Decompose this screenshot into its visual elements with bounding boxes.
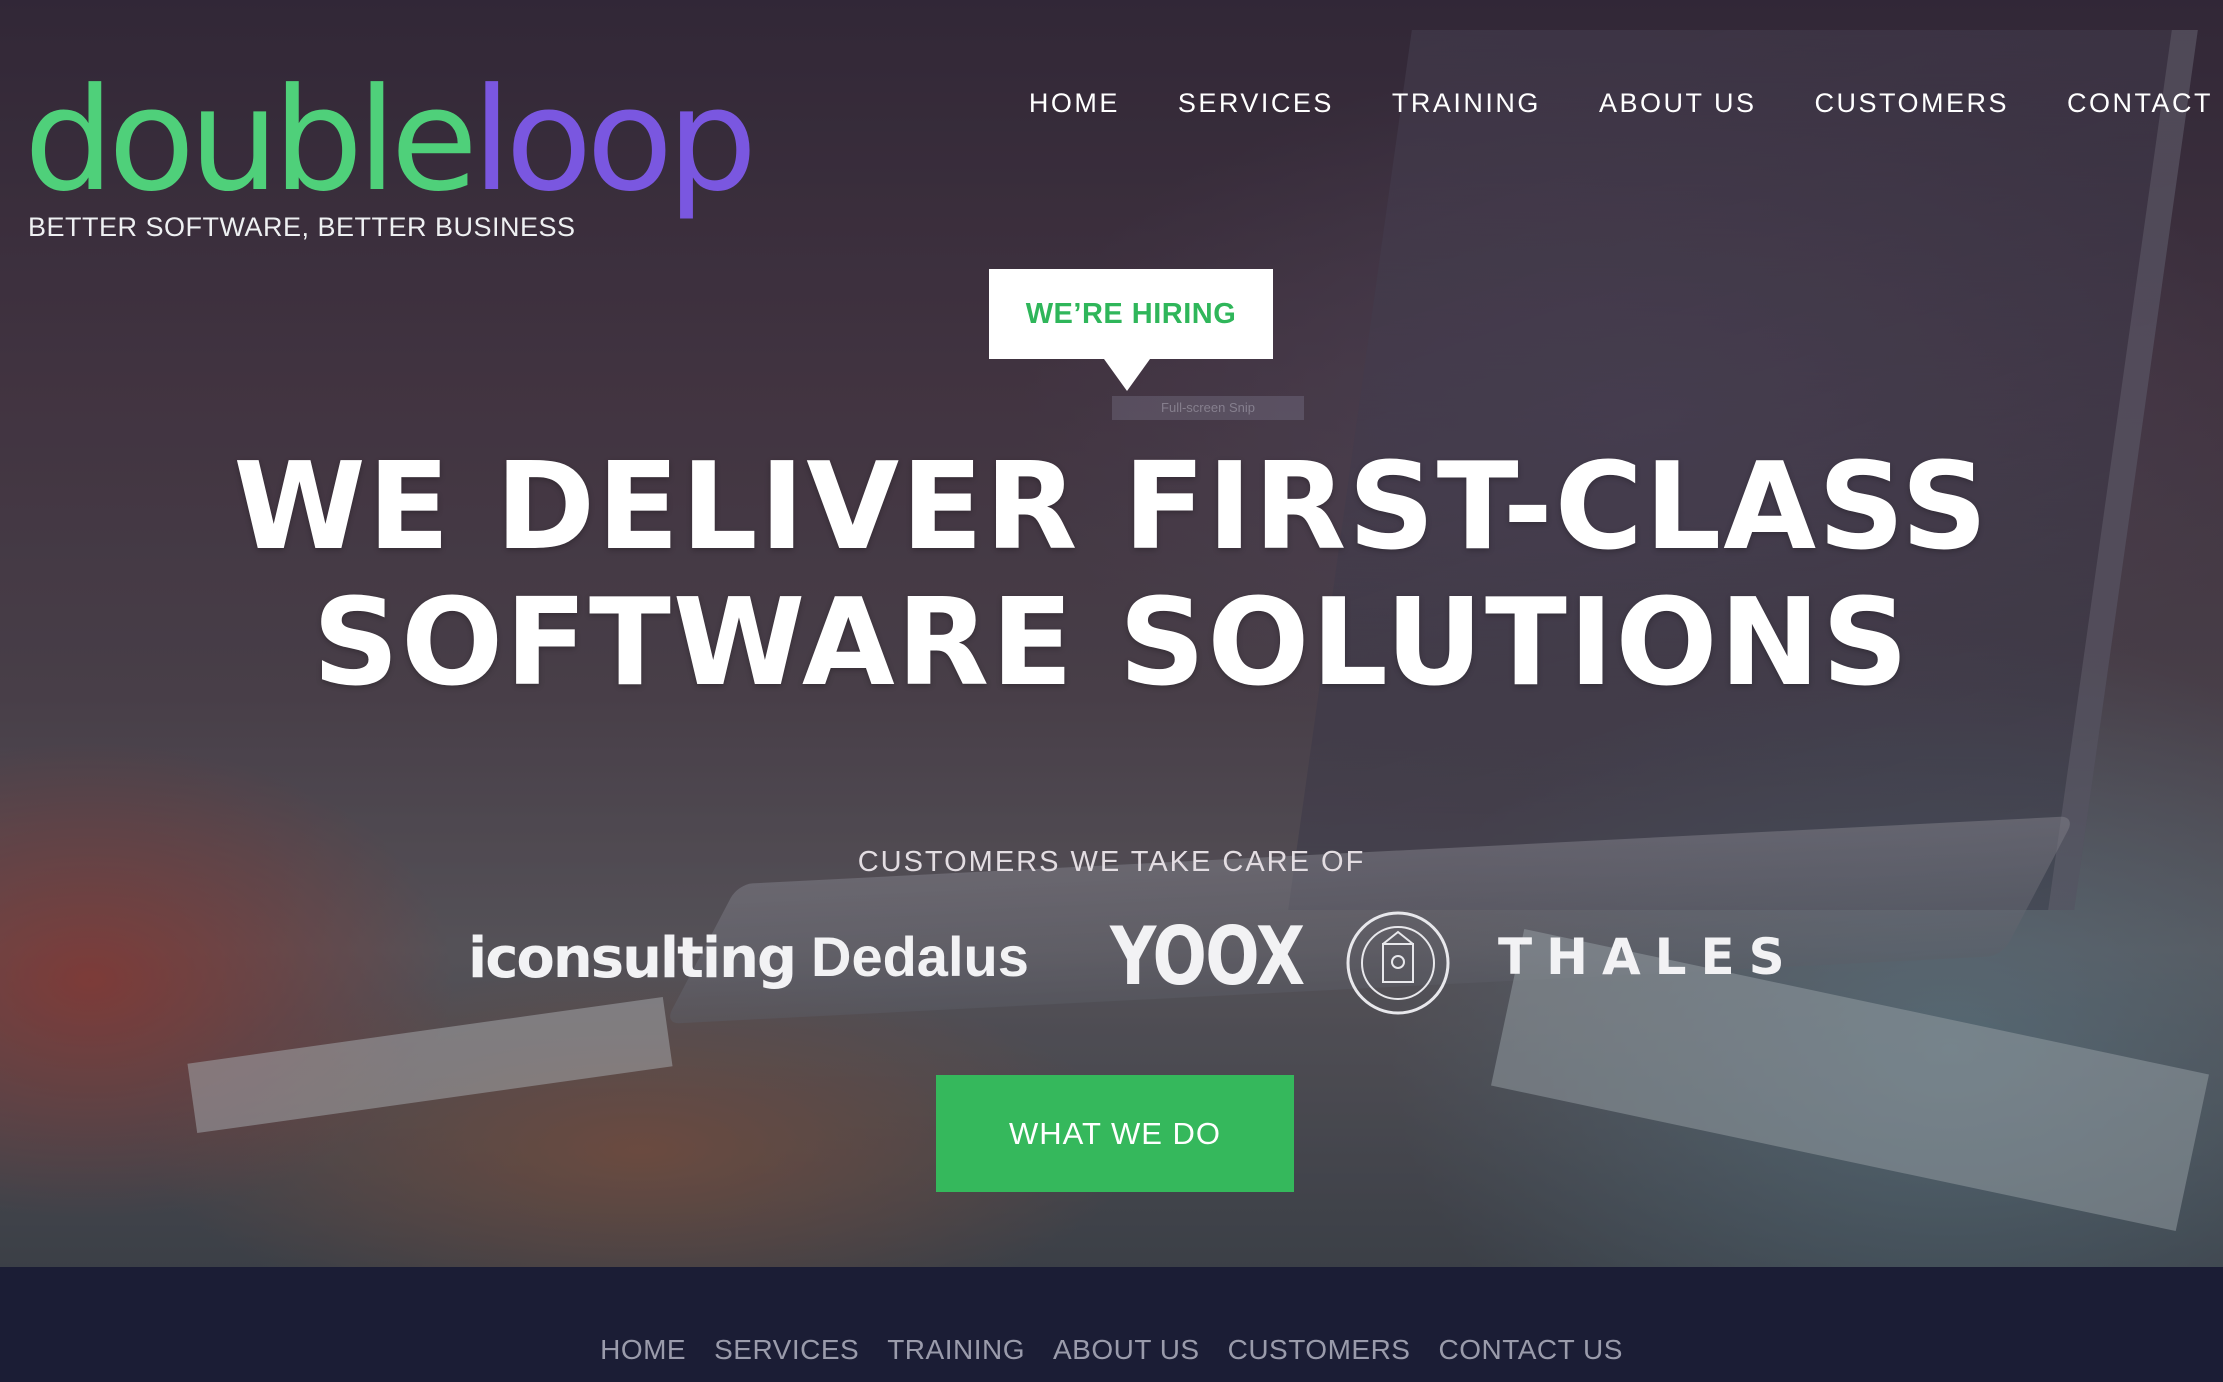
hero-section: doubleloop BETTER SOFTWARE, BETTER BUSIN… xyxy=(0,0,2223,1267)
footer-nav-services[interactable]: SERVICES xyxy=(714,1334,859,1366)
site-logo[interactable]: doubleloop BETTER SOFTWARE, BETTER BUSIN… xyxy=(24,66,757,243)
snip-overlay: Full-screen Snip xyxy=(1112,396,1304,420)
footer-nav: HOME SERVICES TRAINING ABOUT US CUSTOMER… xyxy=(0,1334,2223,1366)
logo-word-loop: loop xyxy=(471,58,757,223)
what-we-do-button[interactable]: WHAT WE DO xyxy=(936,1075,1294,1192)
hero-headline: WE DELIVER FIRST-CLASS SOFTWARE SOLUTION… xyxy=(0,440,2223,712)
customer-logo-dedalus: Dedalus xyxy=(811,925,1029,988)
headline-line-1: WE DELIVER FIRST-CLASS xyxy=(233,438,1990,577)
footer-nav-customers[interactable]: CUSTOMERS xyxy=(1228,1334,1411,1366)
hiring-badge-label: WE’RE HIRING xyxy=(1025,297,1237,330)
nav-customers[interactable]: CUSTOMERS xyxy=(1814,88,2009,119)
footer-nav-home[interactable]: HOME xyxy=(600,1334,686,1366)
logo-word-double: double xyxy=(24,58,478,223)
footer: HOME SERVICES TRAINING ABOUT US CUSTOMER… xyxy=(0,1267,2223,1382)
customer-logo-yoox: YOOX xyxy=(1110,910,1305,1003)
main-nav: HOME SERVICES TRAINING ABOUT US CUSTOMER… xyxy=(1029,88,2213,119)
nav-services[interactable]: SERVICES xyxy=(1178,88,1334,119)
footer-nav-about-us[interactable]: ABOUT US xyxy=(1053,1334,1200,1366)
headline-line-2: SOFTWARE SOLUTIONS xyxy=(312,574,1911,713)
customers-title: CUSTOMERS WE TAKE CARE OF xyxy=(857,846,1366,878)
nav-training[interactable]: TRAINING xyxy=(1392,88,1541,119)
logo-wordmark: doubleloop xyxy=(24,66,757,216)
nav-contact[interactable]: CONTACT xyxy=(2067,88,2213,119)
hiring-badge[interactable]: WE’RE HIRING xyxy=(989,269,1273,391)
nav-home[interactable]: HOME xyxy=(1029,88,1120,119)
nav-about-us[interactable]: ABOUT US xyxy=(1599,88,1757,119)
customer-logos: iconsulting Dedalus YOOX THALES xyxy=(0,910,2223,1020)
footer-nav-contact-us[interactable]: CONTACT US xyxy=(1438,1334,1622,1366)
footer-nav-training[interactable]: TRAINING xyxy=(887,1334,1025,1366)
customer-logo-iconsulting: iconsulting xyxy=(468,926,797,991)
customer-logo-thales: THALES xyxy=(1498,928,1799,986)
customer-logo-unibo-seal xyxy=(1346,911,1450,1015)
